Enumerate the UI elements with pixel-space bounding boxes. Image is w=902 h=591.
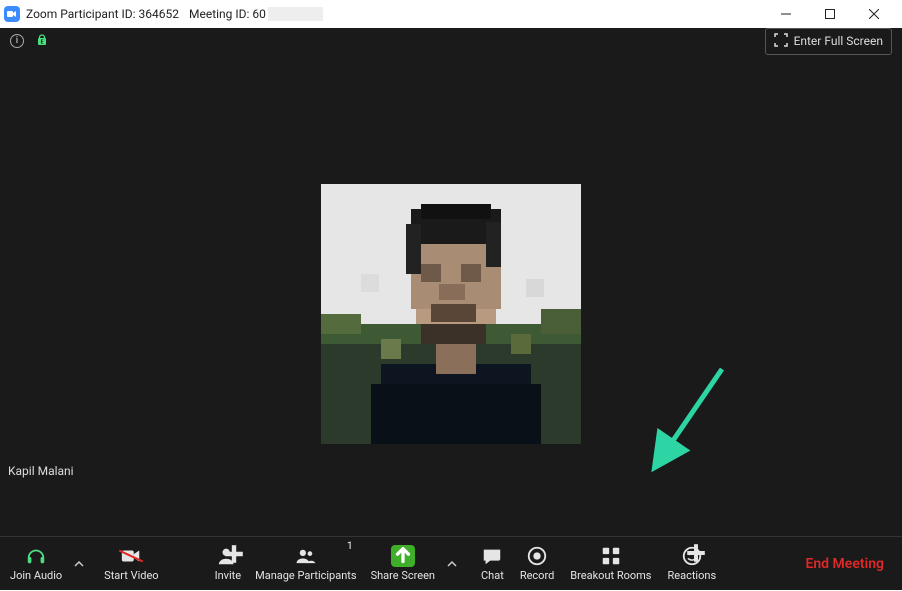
- fullscreen-label: Enter Full Screen: [794, 34, 883, 48]
- enter-fullscreen-button[interactable]: Enter Full Screen: [765, 28, 892, 55]
- end-meeting-label: End Meeting: [805, 556, 884, 572]
- smiley-plus-icon: [681, 545, 703, 567]
- join-audio-label: Join Audio: [10, 569, 62, 582]
- info-icon[interactable]: i: [10, 34, 24, 48]
- encryption-lock-icon[interactable]: E: [36, 32, 50, 51]
- audio-options-caret[interactable]: [70, 537, 88, 591]
- reactions-label: Reactions: [667, 569, 716, 582]
- start-video-button[interactable]: Start Video: [96, 537, 166, 591]
- share-screen-label: Share Screen: [371, 569, 435, 582]
- headphones-icon: [25, 545, 47, 567]
- annotation-arrow: [642, 364, 732, 474]
- meeting-id-redacted: [268, 7, 323, 21]
- invite-button[interactable]: Invite: [207, 537, 250, 591]
- breakout-rooms-button[interactable]: Breakout Rooms: [562, 537, 659, 591]
- manage-participants-button[interactable]: 1 Manage Participants: [249, 537, 362, 591]
- participants-count-badge: 1: [347, 541, 353, 552]
- zoom-app-icon: [4, 6, 20, 22]
- svg-text:E: E: [41, 39, 44, 45]
- participant-name-label: Kapil Malani: [2, 462, 80, 480]
- share-screen-icon: [391, 545, 415, 567]
- window-close-button[interactable]: [852, 0, 896, 28]
- share-screen-button[interactable]: Share Screen: [363, 537, 443, 591]
- person-plus-icon: [217, 545, 239, 567]
- titlebar: Zoom Participant ID: 364652 Meeting ID: …: [0, 0, 902, 28]
- people-icon: [295, 545, 317, 567]
- chat-bubble-icon: [481, 545, 503, 567]
- invite-label: Invite: [215, 569, 242, 582]
- video-camera-icon: [120, 545, 142, 567]
- fullscreen-icon: [774, 33, 788, 50]
- participant-id-text: Zoom Participant ID: 364652: [26, 7, 179, 21]
- meeting-top-row: i E Enter Full Screen: [0, 28, 902, 54]
- breakout-rooms-label: Breakout Rooms: [570, 569, 651, 582]
- end-meeting-button[interactable]: End Meeting: [789, 556, 900, 572]
- video-area: Kapil Malani: [0, 54, 902, 536]
- record-label: Record: [520, 569, 554, 582]
- window-minimize-button[interactable]: [764, 0, 808, 28]
- join-audio-button[interactable]: Join Audio: [2, 537, 70, 591]
- participant-avatar: [321, 184, 581, 444]
- grid-icon: [600, 545, 622, 567]
- share-options-caret[interactable]: [443, 537, 461, 591]
- meeting-toolbar: Join Audio Start Video Invite 1 Manage P…: [0, 536, 902, 590]
- chat-button[interactable]: Chat: [473, 537, 512, 591]
- meeting-id-text: Meeting ID: 60: [189, 7, 266, 21]
- record-icon: [526, 545, 548, 567]
- record-button[interactable]: Record: [512, 537, 562, 591]
- meeting-main-area: i E Enter Full Screen: [0, 28, 902, 590]
- manage-participants-label: Manage Participants: [255, 569, 356, 582]
- window-maximize-button[interactable]: [808, 0, 852, 28]
- chat-label: Chat: [481, 569, 504, 582]
- start-video-label: Start Video: [104, 569, 158, 582]
- reactions-button[interactable]: Reactions: [659, 537, 724, 591]
